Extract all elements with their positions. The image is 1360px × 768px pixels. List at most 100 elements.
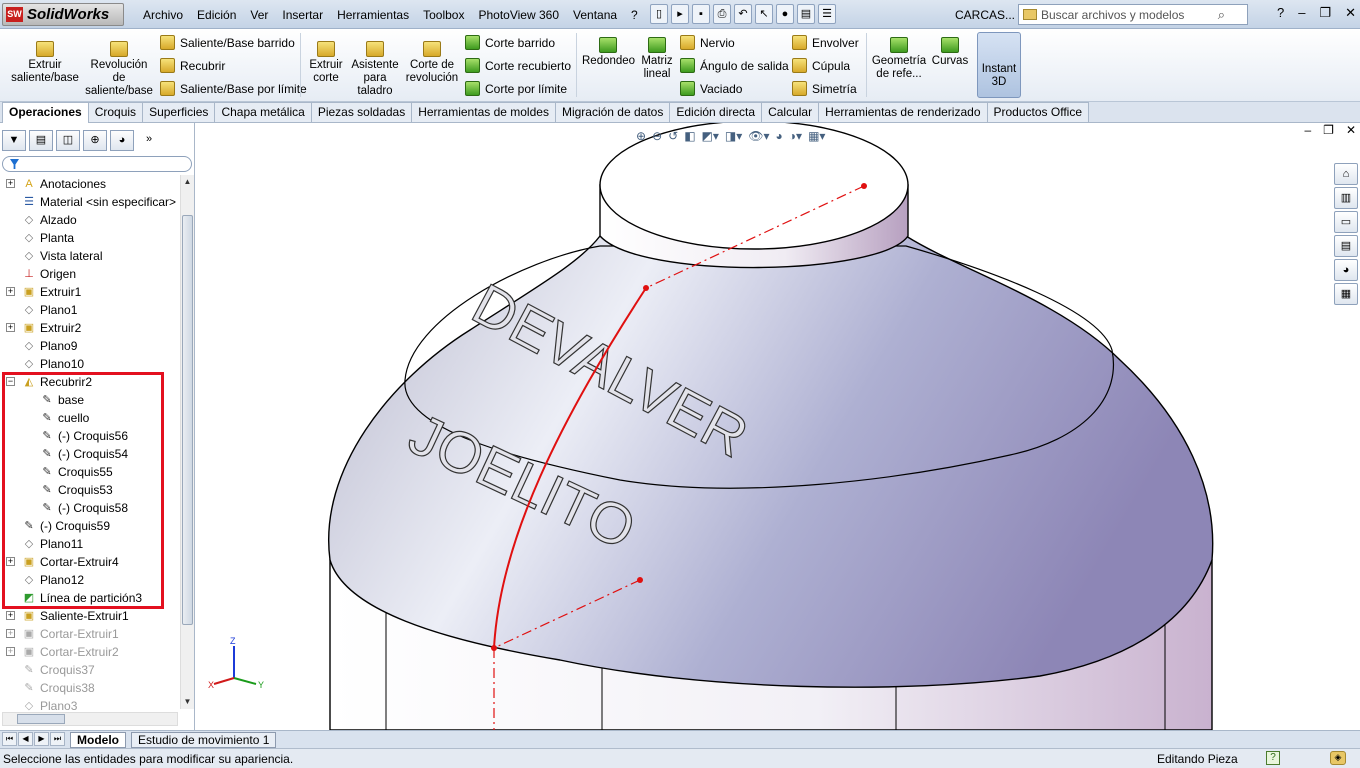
lofted-cut-button[interactable]: Corte recubierto bbox=[465, 58, 571, 73]
new-doc-icon[interactable]: ▯ bbox=[650, 4, 668, 24]
expand-toggle-icon[interactable]: + bbox=[6, 647, 15, 656]
tab-renderizado[interactable]: Herramientas de renderizado bbox=[818, 102, 988, 122]
expand-toggle-icon[interactable]: + bbox=[6, 179, 15, 188]
revolve-cut-button[interactable]: Corte de revolución bbox=[404, 41, 460, 85]
menu-ver[interactable]: Ver bbox=[243, 8, 275, 22]
previous-view-icon[interactable]: ↺ bbox=[668, 129, 678, 143]
tree-node[interactable]: ◇ Planta bbox=[22, 229, 74, 247]
last-tab-icon[interactable]: ⏭ bbox=[50, 732, 65, 746]
tab-operaciones[interactable]: Operaciones bbox=[2, 102, 89, 123]
tree-node[interactable]: ☰ Material <sin especificar> bbox=[22, 193, 176, 211]
tree-node[interactable]: + A Anotaciones bbox=[6, 175, 106, 193]
file-explorer-icon[interactable]: ▭ bbox=[1334, 211, 1358, 233]
bottle-model[interactable]: DEVALVER JOELITO Z Y X bbox=[196, 123, 1360, 730]
hide-show-items-icon[interactable]: 👁▾ bbox=[748, 129, 769, 143]
view-orientation-icon[interactable]: ◩▾ bbox=[702, 129, 719, 143]
tab-piezas-soldadas[interactable]: Piezas soldadas bbox=[310, 102, 413, 122]
view-settings-icon[interactable]: ▦▾ bbox=[808, 129, 825, 143]
edit-appearance-icon[interactable]: ◕ bbox=[776, 129, 783, 143]
rib-button[interactable]: Nervio bbox=[680, 35, 735, 50]
draft-button[interactable]: Ángulo de salida bbox=[680, 58, 789, 73]
save-icon[interactable]: ▪ bbox=[692, 4, 710, 24]
instant3d-button[interactable]: Instant 3D bbox=[977, 32, 1021, 98]
tree-vertical-scrollbar[interactable]: ▲ ▼ bbox=[180, 175, 194, 709]
swept-boss-button[interactable]: Saliente/Base barrido bbox=[160, 35, 295, 50]
display-manager-tab-icon[interactable]: ◕ bbox=[110, 130, 134, 151]
loft-button[interactable]: Recubrir bbox=[160, 58, 225, 73]
search-input[interactable]: Buscar archivos y modelos ⌕ bbox=[1018, 4, 1248, 25]
menu-photoview[interactable]: PhotoView 360 bbox=[471, 8, 566, 22]
mirror-button[interactable]: Simetría bbox=[792, 81, 857, 96]
linear-pattern-button[interactable]: Matriz lineal bbox=[638, 37, 676, 81]
viewport-close-icon[interactable]: ✕ bbox=[1346, 123, 1356, 137]
tab-chapa-metalica[interactable]: Chapa metálica bbox=[214, 102, 312, 122]
viewport-restore-icon[interactable]: ❐ bbox=[1323, 123, 1334, 137]
scroll-down-icon[interactable]: ▼ bbox=[181, 695, 194, 709]
shell-button[interactable]: Vaciado bbox=[680, 81, 742, 96]
tree-node[interactable]: + ▣ Extruir1 bbox=[6, 283, 81, 301]
help-icon[interactable]: ? bbox=[1277, 5, 1284, 21]
section-view-icon[interactable]: ◧ bbox=[684, 129, 695, 143]
reference-geometry-button[interactable]: Geometría de refe... bbox=[870, 37, 928, 81]
file-properties-icon[interactable]: ▤ bbox=[797, 4, 815, 24]
status-rebuild-icon[interactable]: ◈ bbox=[1330, 751, 1346, 765]
curve-point[interactable] bbox=[491, 645, 497, 651]
menu-ventana[interactable]: Ventana bbox=[566, 8, 624, 22]
tree-node[interactable]: + ▣ Extruir2 bbox=[6, 319, 81, 337]
tree-node[interactable]: ⊥ Origen bbox=[22, 265, 76, 283]
extrude-boss-button[interactable]: Extruir saliente/base bbox=[8, 41, 82, 85]
wrap-button[interactable]: Envolver bbox=[792, 35, 859, 50]
property-manager-tab-icon[interactable]: ▤ bbox=[29, 130, 53, 151]
curve-point[interactable] bbox=[643, 285, 649, 291]
tree-node[interactable]: + ▣ Cortar-Extruir2 bbox=[6, 643, 119, 661]
tree-filter-input[interactable] bbox=[2, 156, 192, 172]
tab-edicion-directa[interactable]: Edición directa bbox=[669, 102, 763, 122]
tab-croquis[interactable]: Croquis bbox=[87, 102, 144, 122]
tree-node[interactable]: ◇ Plano1 bbox=[22, 301, 78, 319]
menu-insertar[interactable]: Insertar bbox=[275, 8, 330, 22]
tree-node[interactable]: ✎ Croquis37 bbox=[22, 661, 94, 679]
appearances-icon[interactable]: ◕ bbox=[1334, 259, 1358, 281]
feature-tree-tab-icon[interactable]: ▼ bbox=[2, 130, 26, 151]
tab-migracion-datos[interactable]: Migración de datos bbox=[554, 102, 671, 122]
select-icon[interactable]: ↖ bbox=[755, 4, 773, 24]
tab-herramientas-moldes[interactable]: Herramientas de moldes bbox=[411, 102, 556, 122]
rebuild-icon[interactable]: ● bbox=[776, 4, 794, 24]
tab-calcular[interactable]: Calcular bbox=[761, 102, 820, 122]
solidworks-logo[interactable]: SW SolidWorks bbox=[2, 3, 124, 26]
menu-edicion[interactable]: Edición bbox=[190, 8, 243, 22]
restore-icon[interactable]: ❐ bbox=[1319, 5, 1331, 21]
search-icon[interactable]: ⌕ bbox=[1218, 7, 1225, 23]
dimxpert-tab-icon[interactable]: ⊕ bbox=[83, 130, 107, 151]
hole-wizard-button[interactable]: Asistente para taladro bbox=[350, 41, 400, 98]
close-icon[interactable]: ✕ bbox=[1345, 5, 1356, 21]
scroll-thumb[interactable] bbox=[182, 215, 193, 625]
graphics-area[interactable]: DEVALVER JOELITO Z Y X ⊕ ⊖ ↺ ◧ ◩▾ ◨▾ 👁▾ … bbox=[196, 123, 1360, 730]
curve-point[interactable] bbox=[861, 183, 867, 189]
curves-button[interactable]: Curvas bbox=[930, 37, 970, 68]
view-palette-icon[interactable]: ▤ bbox=[1334, 235, 1358, 257]
tab-estudio-movimiento[interactable]: Estudio de movimiento 1 bbox=[131, 732, 277, 748]
menu-archivo[interactable]: Archivo bbox=[136, 8, 190, 22]
extrude-cut-button[interactable]: Extruir corte bbox=[305, 41, 347, 85]
prev-tab-icon[interactable]: ◀ bbox=[18, 732, 33, 746]
display-style-icon[interactable]: ◨▾ bbox=[725, 129, 742, 143]
zoom-area-icon[interactable]: ⊖ bbox=[652, 129, 662, 143]
options-icon[interactable]: ☰ bbox=[818, 4, 836, 24]
tab-productos-office[interactable]: Productos Office bbox=[986, 102, 1089, 122]
configuration-tab-icon[interactable]: ◫ bbox=[56, 130, 80, 151]
apply-scene-icon[interactable]: ◑▾ bbox=[789, 129, 802, 143]
swept-cut-button[interactable]: Corte barrido bbox=[465, 35, 555, 50]
tree-node[interactable]: ◇ Plano10 bbox=[22, 355, 84, 373]
tree-node[interactable]: ✎ Croquis38 bbox=[22, 679, 94, 697]
menu-herramientas[interactable]: Herramientas bbox=[330, 8, 416, 22]
expand-toggle-icon[interactable]: + bbox=[6, 323, 15, 332]
undo-icon[interactable]: ↶ bbox=[734, 4, 752, 24]
viewport-minimize-icon[interactable]: – bbox=[1304, 123, 1311, 137]
next-tab-icon[interactable]: ▶ bbox=[34, 732, 49, 746]
expand-toggle-icon[interactable]: + bbox=[6, 629, 15, 638]
print-icon[interactable]: ⎙ bbox=[713, 4, 731, 24]
fillet-button[interactable]: Redondeo bbox=[582, 37, 635, 68]
boundary-boss-button[interactable]: Saliente/Base por límite bbox=[160, 81, 307, 96]
minimize-icon[interactable]: – bbox=[1298, 5, 1305, 21]
